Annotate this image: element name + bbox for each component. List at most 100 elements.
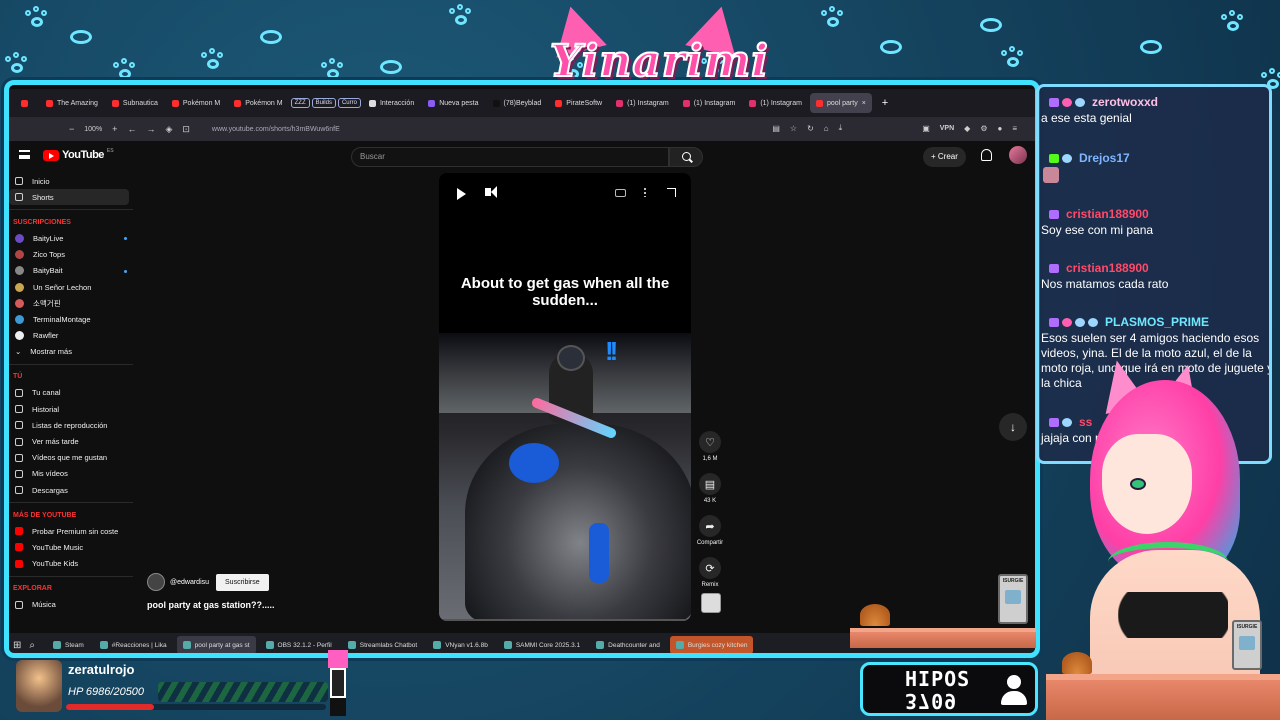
remix-button[interactable]: ⟳ Remix — [695, 557, 725, 588]
sidebar-item-inicio[interactable]: Inicio — [9, 173, 133, 189]
zoom-in-button[interactable]: + — [112, 124, 117, 134]
channel-avatar[interactable] — [147, 573, 165, 591]
windows-start-icon[interactable]: ⊞ — [13, 640, 21, 651]
sprite-legs — [330, 698, 346, 716]
more-options-icon[interactable] — [644, 187, 646, 197]
forward-arrow-icon[interactable]: → — [146, 124, 155, 134]
youtube-logo[interactable]: YouTube ES — [43, 148, 114, 161]
next-short-arrow-icon[interactable]: ↓ — [999, 413, 1027, 441]
video-progress-bar[interactable] — [439, 619, 691, 621]
chat-username[interactable]: zerotwoxxd — [1092, 95, 1158, 109]
menu-icon[interactable]: ≡ — [1012, 124, 1017, 133]
play-icon[interactable] — [457, 188, 466, 200]
browser-tab[interactable]: Nueva pesta — [422, 93, 484, 113]
browser-tab[interactable]: Pokémon M — [166, 93, 226, 113]
browser-tab[interactable]: Subnautica — [106, 93, 164, 113]
sidebar-item[interactable]: YouTube Kids — [9, 556, 133, 572]
extension-icon[interactable]: ▣ — [922, 124, 930, 133]
app-icon — [503, 641, 512, 649]
settings-gear-icon[interactable]: ⚙ — [980, 124, 987, 133]
hp-bar — [66, 704, 326, 710]
create-button[interactable]: + Crear — [923, 147, 966, 167]
sidebar-item[interactable]: Ver más tarde — [9, 433, 133, 449]
subscription-item[interactable]: 소맥거핀 — [9, 295, 133, 311]
hamburger-menu-icon[interactable] — [19, 150, 30, 159]
browser-tab[interactable]: Interacción — [363, 93, 420, 113]
channel-name[interactable]: @edwardisu — [170, 579, 209, 586]
chat-username[interactable]: cristian188900 — [1066, 261, 1149, 275]
back-arrow-icon[interactable]: ← — [127, 124, 136, 134]
sidebar-item[interactable]: Listas de reproducción — [9, 417, 133, 433]
subscription-item[interactable]: Rawfler — [9, 328, 133, 344]
search-button[interactable] — [669, 147, 703, 167]
show-more-button[interactable]: ⌄ Mostrar más — [9, 344, 133, 360]
sidebar-item[interactable]: Tu canal — [9, 385, 133, 401]
chat-username[interactable]: Drejos17 — [1079, 151, 1130, 165]
home-icon[interactable]: ⌂ — [824, 124, 829, 133]
sidebar-item[interactable]: Historial — [9, 401, 133, 417]
search-icon[interactable]: ⌕ — [29, 640, 35, 651]
taskbar-app[interactable]: #Reacciones | Lika — [94, 636, 173, 653]
browser-tab[interactable]: Pokémon M — [228, 93, 288, 113]
extension-icon[interactable]: ◆ — [964, 124, 970, 133]
account-avatar[interactable] — [1009, 146, 1027, 164]
taskbar-app[interactable]: pool party at gas st — [176, 636, 256, 653]
reader-icon[interactable]: ▤ — [772, 124, 780, 133]
notifications-bell-icon[interactable] — [981, 149, 992, 161]
sidebar-item-shorts[interactable]: Shorts — [9, 189, 129, 206]
app-icon — [596, 641, 605, 649]
reload-icon[interactable]: ↻ — [807, 124, 814, 133]
chat-username[interactable]: PLASMOS_PRIME — [1105, 315, 1209, 329]
browser-tab[interactable] — [15, 93, 38, 113]
sidebar-item[interactable]: Mis vídeos — [9, 466, 133, 482]
profile-icon[interactable]: ● — [997, 124, 1002, 133]
volume-icon[interactable] — [485, 186, 497, 198]
paw-print-icon — [4, 52, 30, 76]
sidebar-item[interactable]: YouTube Music — [9, 539, 133, 555]
search-input[interactable]: Buscar — [351, 147, 669, 167]
vpn-button[interactable]: VPN — [940, 125, 954, 132]
zoom-out-button[interactable]: − — [69, 124, 74, 134]
taskbar-app[interactable]: VNyan v1.6.8b — [427, 636, 494, 653]
section-title: SUSCRIPCIONES — [13, 218, 71, 226]
chat-username[interactable]: cristian188900 — [1066, 207, 1149, 221]
vtuber-eye — [1130, 478, 1146, 490]
comments-button[interactable]: ▤ 43 K — [695, 473, 725, 504]
download-icon[interactable]: ⤓ — [839, 123, 843, 133]
sidebar-item[interactable]: Vídeos que me gustan — [9, 450, 133, 466]
tab-label: (1) Instagram — [760, 99, 802, 107]
taskbar-app[interactable]: SAMMI Core 2025.3.1 — [498, 636, 586, 653]
chat-message: Drejos17 — [1039, 149, 1269, 183]
taskbar-app[interactable]: Steam — [47, 636, 90, 653]
taskbar-app[interactable]: Deathcounter and — [590, 636, 666, 653]
sidebar-item[interactable]: Música — [9, 597, 133, 613]
subscription-item[interactable]: Zico Tops — [9, 247, 133, 263]
like-button[interactable]: ♡ 1,6 M — [695, 431, 725, 462]
tab-badge[interactable]: Curro — [337, 98, 361, 108]
browser-tab[interactable]: The Amazing — [40, 93, 104, 113]
browser-tab[interactable]: (78)Beyblad — [487, 93, 548, 113]
sound-thumbnail[interactable] — [701, 593, 721, 613]
share-button[interactable]: ➦ Compartir — [695, 515, 725, 546]
url-field[interactable]: www.youtube.com/shorts/h3mBWuw6nfE — [212, 126, 340, 133]
browser-tab[interactable]: pool party × — [809, 93, 872, 113]
subscribe-button[interactable]: Suscribirse — [216, 573, 269, 591]
shield-icon[interactable]: ◈ — [165, 124, 172, 135]
taskbar-app[interactable]: Burgies cozy kitchen — [669, 636, 754, 653]
captions-icon[interactable] — [615, 189, 626, 197]
subscription-item[interactable]: BaityBait — [9, 263, 133, 279]
fullscreen-icon[interactable] — [667, 188, 676, 197]
sidebar-item[interactable]: Descargas — [9, 482, 133, 498]
subscription-item[interactable]: Un Señor Lechon — [9, 279, 133, 295]
tab-label: Pokémon M — [245, 99, 283, 107]
new-tab-button[interactable]: + — [882, 97, 888, 109]
sidebar-item-label: Tu canal — [32, 388, 61, 398]
subscription-item[interactable]: BaityLive — [9, 230, 133, 246]
close-icon[interactable]: × — [862, 100, 866, 107]
sidebar-item[interactable]: Probar Premium sin coste — [9, 523, 133, 539]
bookmark-star-icon[interactable]: ☆ — [790, 124, 797, 133]
short-video-player[interactable]: About to get gas when all the sudden... … — [439, 173, 691, 621]
subscription-item[interactable]: TerminalMontage — [9, 311, 133, 327]
tab-badge[interactable]: ZZZ — [290, 98, 310, 108]
tab-badge[interactable]: Builds — [311, 98, 336, 108]
